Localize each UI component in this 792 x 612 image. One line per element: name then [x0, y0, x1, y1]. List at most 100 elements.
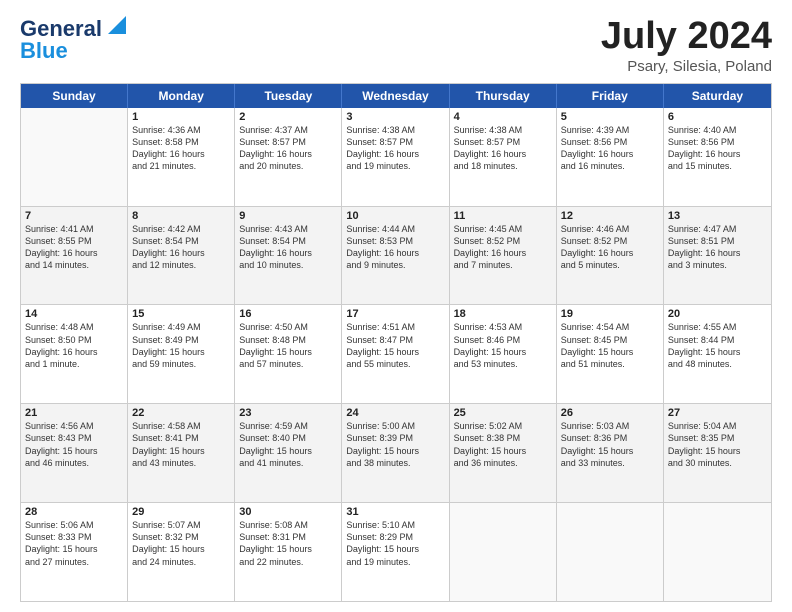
cell-info-line: and 48 minutes.: [668, 358, 767, 370]
cell-info-line: Daylight: 15 hours: [239, 346, 337, 358]
cell-info-line: and 24 minutes.: [132, 556, 230, 568]
cell-info-line: Sunrise: 5:06 AM: [25, 519, 123, 531]
cell-info-line: Sunset: 8:49 PM: [132, 334, 230, 346]
calendar-cell: 16Sunrise: 4:50 AMSunset: 8:48 PMDayligh…: [235, 305, 342, 403]
calendar-cell: 29Sunrise: 5:07 AMSunset: 8:32 PMDayligh…: [128, 503, 235, 601]
calendar-cell: 21Sunrise: 4:56 AMSunset: 8:43 PMDayligh…: [21, 404, 128, 502]
cell-info-line: Sunset: 8:55 PM: [25, 235, 123, 247]
cell-info-line: Sunrise: 5:10 AM: [346, 519, 444, 531]
calendar-row: 7Sunrise: 4:41 AMSunset: 8:55 PMDaylight…: [21, 206, 771, 305]
calendar-cell: 18Sunrise: 4:53 AMSunset: 8:46 PMDayligh…: [450, 305, 557, 403]
cell-info-line: Sunrise: 4:40 AM: [668, 124, 767, 136]
cell-info-line: and 10 minutes.: [239, 259, 337, 271]
cell-info-line: Sunset: 8:57 PM: [346, 136, 444, 148]
cell-info-line: Sunrise: 4:37 AM: [239, 124, 337, 136]
logo: General Blue: [20, 16, 126, 64]
calendar-cell: 22Sunrise: 4:58 AMSunset: 8:41 PMDayligh…: [128, 404, 235, 502]
calendar-cell: 19Sunrise: 4:54 AMSunset: 8:45 PMDayligh…: [557, 305, 664, 403]
cell-info-line: and 33 minutes.: [561, 457, 659, 469]
cell-info-line: Daylight: 16 hours: [132, 247, 230, 259]
calendar-cell: 27Sunrise: 5:04 AMSunset: 8:35 PMDayligh…: [664, 404, 771, 502]
cell-info-line: Daylight: 16 hours: [25, 346, 123, 358]
logo-arrow-icon: [104, 16, 126, 38]
cell-info-line: and 18 minutes.: [454, 160, 552, 172]
calendar-header-day: Saturday: [664, 84, 771, 108]
day-number: 23: [239, 407, 337, 419]
cell-info-line: Daylight: 16 hours: [132, 148, 230, 160]
calendar-header: SundayMondayTuesdayWednesdayThursdayFrid…: [21, 84, 771, 108]
cell-info-line: Sunset: 8:46 PM: [454, 334, 552, 346]
day-number: 19: [561, 308, 659, 320]
cell-info-line: Daylight: 15 hours: [346, 445, 444, 457]
calendar-cell: 17Sunrise: 4:51 AMSunset: 8:47 PMDayligh…: [342, 305, 449, 403]
cell-info-line: and 7 minutes.: [454, 259, 552, 271]
cell-info-line: and 51 minutes.: [561, 358, 659, 370]
cell-info-line: and 43 minutes.: [132, 457, 230, 469]
cell-info-line: Sunset: 8:43 PM: [25, 432, 123, 444]
cell-info-line: Daylight: 15 hours: [561, 346, 659, 358]
day-number: 26: [561, 407, 659, 419]
day-number: 29: [132, 506, 230, 518]
calendar-cell: 30Sunrise: 5:08 AMSunset: 8:31 PMDayligh…: [235, 503, 342, 601]
day-number: 28: [25, 506, 123, 518]
cell-info-line: Sunset: 8:52 PM: [561, 235, 659, 247]
calendar: SundayMondayTuesdayWednesdayThursdayFrid…: [20, 83, 772, 602]
cell-info-line: and 19 minutes.: [346, 556, 444, 568]
day-number: 18: [454, 308, 552, 320]
cell-info-line: Daylight: 16 hours: [668, 148, 767, 160]
cell-info-line: and 21 minutes.: [132, 160, 230, 172]
day-number: 5: [561, 111, 659, 123]
cell-info-line: Daylight: 15 hours: [132, 445, 230, 457]
day-number: 4: [454, 111, 552, 123]
cell-info-line: Sunrise: 5:02 AM: [454, 420, 552, 432]
cell-info-line: and 3 minutes.: [668, 259, 767, 271]
cell-info-line: and 55 minutes.: [346, 358, 444, 370]
day-number: 25: [454, 407, 552, 419]
cell-info-line: Sunrise: 4:46 AM: [561, 223, 659, 235]
cell-info-line: Daylight: 15 hours: [454, 346, 552, 358]
cell-info-line: and 20 minutes.: [239, 160, 337, 172]
cell-info-line: Daylight: 16 hours: [346, 247, 444, 259]
calendar-cell: [450, 503, 557, 601]
cell-info-line: Sunset: 8:44 PM: [668, 334, 767, 346]
calendar-header-day: Sunday: [21, 84, 128, 108]
cell-info-line: and 36 minutes.: [454, 457, 552, 469]
cell-info-line: Sunrise: 4:42 AM: [132, 223, 230, 235]
calendar-cell: 28Sunrise: 5:06 AMSunset: 8:33 PMDayligh…: [21, 503, 128, 601]
calendar-cell: 4Sunrise: 4:38 AMSunset: 8:57 PMDaylight…: [450, 108, 557, 206]
cell-info-line: Sunrise: 4:44 AM: [346, 223, 444, 235]
cell-info-line: Sunset: 8:39 PM: [346, 432, 444, 444]
cell-info-line: Sunrise: 4:47 AM: [668, 223, 767, 235]
calendar-cell: 2Sunrise: 4:37 AMSunset: 8:57 PMDaylight…: [235, 108, 342, 206]
day-number: 21: [25, 407, 123, 419]
cell-info-line: Sunset: 8:38 PM: [454, 432, 552, 444]
title-block: July 2024 Psary, Silesia, Poland: [601, 16, 772, 75]
calendar-cell: 15Sunrise: 4:49 AMSunset: 8:49 PMDayligh…: [128, 305, 235, 403]
cell-info-line: Sunrise: 4:59 AM: [239, 420, 337, 432]
day-number: 24: [346, 407, 444, 419]
calendar-cell: 9Sunrise: 4:43 AMSunset: 8:54 PMDaylight…: [235, 207, 342, 305]
calendar-cell: 3Sunrise: 4:38 AMSunset: 8:57 PMDaylight…: [342, 108, 449, 206]
cell-info-line: Sunset: 8:50 PM: [25, 334, 123, 346]
cell-info-line: Daylight: 15 hours: [239, 543, 337, 555]
cell-info-line: Sunrise: 5:07 AM: [132, 519, 230, 531]
calendar-cell: 24Sunrise: 5:00 AMSunset: 8:39 PMDayligh…: [342, 404, 449, 502]
day-number: 27: [668, 407, 767, 419]
cell-info-line: Sunset: 8:54 PM: [239, 235, 337, 247]
calendar-cell: 7Sunrise: 4:41 AMSunset: 8:55 PMDaylight…: [21, 207, 128, 305]
cell-info-line: Daylight: 16 hours: [454, 148, 552, 160]
page: General Blue July 2024 Psary, Silesia, P…: [0, 0, 792, 612]
calendar-row: 14Sunrise: 4:48 AMSunset: 8:50 PMDayligh…: [21, 304, 771, 403]
cell-info-line: Daylight: 16 hours: [25, 247, 123, 259]
calendar-cell: 31Sunrise: 5:10 AMSunset: 8:29 PMDayligh…: [342, 503, 449, 601]
cell-info-line: Daylight: 15 hours: [346, 346, 444, 358]
cell-info-line: Sunset: 8:54 PM: [132, 235, 230, 247]
calendar-header-day: Monday: [128, 84, 235, 108]
day-number: 6: [668, 111, 767, 123]
cell-info-line: and 38 minutes.: [346, 457, 444, 469]
cell-info-line: Sunrise: 5:03 AM: [561, 420, 659, 432]
cell-info-line: Daylight: 15 hours: [668, 445, 767, 457]
day-number: 10: [346, 210, 444, 222]
cell-info-line: Sunset: 8:56 PM: [668, 136, 767, 148]
cell-info-line: Daylight: 15 hours: [132, 346, 230, 358]
